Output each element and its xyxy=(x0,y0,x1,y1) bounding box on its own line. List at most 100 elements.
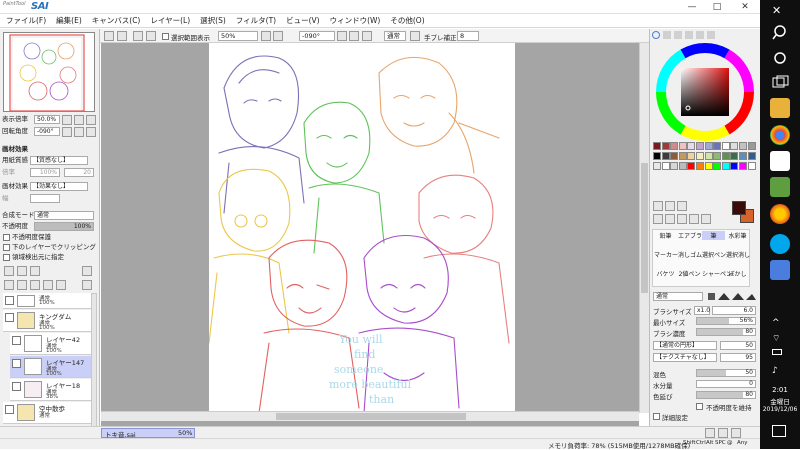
palette-swatch[interactable] xyxy=(661,162,670,170)
search-icon[interactable] xyxy=(770,22,790,42)
palette-swatch[interactable] xyxy=(739,142,747,150)
deselect-icon[interactable] xyxy=(133,31,143,41)
clock-day[interactable]: 金曜日 xyxy=(760,396,800,406)
blend-slider[interactable]: 50 xyxy=(696,369,756,377)
merge-down-icon[interactable] xyxy=(17,280,27,290)
volume-icon[interactable]: ♪ xyxy=(772,366,778,376)
firefox-icon[interactable] xyxy=(770,204,790,224)
keep-opacity-checkbox[interactable] xyxy=(696,403,703,410)
tool-bucket[interactable]: バケツ xyxy=(654,269,677,278)
battery-icon[interactable] xyxy=(772,349,782,355)
palette-swatch[interactable] xyxy=(704,152,713,160)
menu-file[interactable]: ファイル(F) xyxy=(6,15,46,26)
tool-binary-pen[interactable]: 2値ペン xyxy=(678,269,701,278)
paper-strength[interactable]: 20 xyxy=(64,168,94,177)
layer-row-147[interactable]: レイヤー147 通常 100% xyxy=(10,356,91,378)
tab-next-icon[interactable] xyxy=(718,428,728,438)
tool-airbrush[interactable]: エアブラシ xyxy=(678,231,708,240)
nav-angle-value[interactable]: -090° xyxy=(34,127,60,136)
tab-prev-icon[interactable] xyxy=(705,428,715,438)
wifi-icon[interactable]: ⌔ xyxy=(772,333,780,344)
palette-swatch[interactable] xyxy=(687,162,696,170)
hand-tool-icon[interactable] xyxy=(689,214,699,224)
water-slider[interactable]: 0 xyxy=(696,380,756,388)
nav-zoom-out-icon[interactable] xyxy=(62,115,72,125)
palette-swatch[interactable] xyxy=(653,152,661,160)
select-rect-icon[interactable] xyxy=(653,201,663,211)
eyedropper-icon[interactable] xyxy=(701,214,711,224)
horizontal-scrollbar[interactable] xyxy=(101,411,639,421)
palette-swatch[interactable] xyxy=(713,152,722,160)
effect-scale[interactable] xyxy=(30,194,60,203)
palette-swatch[interactable] xyxy=(747,152,756,160)
rotate-left-icon[interactable] xyxy=(337,31,347,41)
palette-swatch[interactable] xyxy=(747,162,756,170)
paper-select[interactable]: 【質感なし】 xyxy=(30,156,88,165)
sai-icon[interactable] xyxy=(770,151,790,171)
zoom-in-icon[interactable] xyxy=(273,31,283,41)
close-icon[interactable]: ✕ xyxy=(772,4,781,17)
palette-swatch[interactable] xyxy=(670,152,679,160)
paint-icon[interactable] xyxy=(770,177,790,197)
tool-eraser[interactable]: 消しゴム xyxy=(678,250,702,259)
invert-selection-icon[interactable] xyxy=(146,31,156,41)
zoom-tool-icon[interactable] xyxy=(665,214,675,224)
palette-swatch[interactable] xyxy=(678,142,687,150)
nav-rotate-left-icon[interactable] xyxy=(62,127,72,137)
palette-swatch[interactable] xyxy=(739,152,747,160)
vertical-scrollbar[interactable] xyxy=(639,43,649,413)
palette-swatch[interactable] xyxy=(670,162,679,170)
tool-pencil[interactable]: 鉛筆 xyxy=(654,231,677,240)
tool-select-eraser[interactable]: 選択消し xyxy=(726,250,750,259)
merge-layer-icon[interactable] xyxy=(30,280,40,290)
opacity-slider[interactable]: 100% xyxy=(34,222,94,231)
stabilizer-select[interactable]: 8 xyxy=(457,31,479,41)
palette-swatch[interactable] xyxy=(661,152,670,160)
brush-texture-select[interactable]: 【テクスチャなし】 xyxy=(653,353,717,362)
layer-scrollbar[interactable] xyxy=(91,293,97,428)
visibility-toggle[interactable] xyxy=(5,313,14,322)
skype-icon[interactable] xyxy=(770,234,790,254)
palette-swatch[interactable] xyxy=(713,162,722,170)
opacity-protect-checkbox[interactable] xyxy=(3,234,10,241)
lasso-icon[interactable] xyxy=(665,201,675,211)
clipping-checkbox[interactable] xyxy=(3,244,10,251)
undo-icon[interactable] xyxy=(104,31,114,41)
clock-time[interactable]: 2:01 xyxy=(760,386,800,394)
clock-date[interactable]: 2019/12/06 xyxy=(760,406,800,413)
palette-swatch[interactable] xyxy=(678,162,687,170)
palette-swatch[interactable] xyxy=(713,142,722,150)
zoom-select[interactable]: 50% xyxy=(218,31,258,41)
taskview-icon[interactable] xyxy=(770,73,790,93)
selection-display-checkbox[interactable] xyxy=(162,33,169,40)
min-size-slider[interactable]: 56% xyxy=(696,317,756,325)
minimize-button[interactable]: — xyxy=(685,1,699,13)
tool-mechanical-pencil[interactable]: シャーペン xyxy=(702,269,732,278)
palette-swatch[interactable] xyxy=(653,162,661,170)
menu-layer[interactable]: レイヤー(L) xyxy=(150,15,190,26)
cortana-icon[interactable] xyxy=(770,48,790,68)
rotation-select[interactable]: -090° xyxy=(299,31,335,41)
paper-scale[interactable]: 100% xyxy=(30,168,60,177)
menu-window[interactable]: ウィンドウ(W) xyxy=(330,15,381,26)
scratchpad-tab-icon[interactable] xyxy=(707,31,715,39)
palette-swatch[interactable] xyxy=(670,142,679,150)
notification-icon[interactable] xyxy=(772,425,786,437)
foreground-color[interactable] xyxy=(732,201,746,215)
nav-fit-icon[interactable] xyxy=(86,115,96,125)
blend-mode-select[interactable]: 通常 xyxy=(34,211,94,220)
nav-rotate-right-icon[interactable] xyxy=(74,127,84,137)
layer-row-top[interactable]: 通常 100% xyxy=(3,293,91,309)
menu-canvas[interactable]: キャンバス(C) xyxy=(92,15,141,26)
palette-swatch[interactable] xyxy=(730,152,739,160)
gradation-tab-icon[interactable] xyxy=(685,31,693,39)
flip-icon[interactable] xyxy=(362,31,372,41)
brush-shape-select[interactable]: 【通常の円形】 xyxy=(653,341,717,350)
effect-select[interactable]: 【効果なし】 xyxy=(30,182,88,191)
visibility-toggle[interactable] xyxy=(12,382,21,391)
menu-view[interactable]: ビュー(V) xyxy=(286,15,319,26)
palette-swatch[interactable] xyxy=(721,162,730,170)
visibility-toggle[interactable] xyxy=(5,296,14,305)
rgb-slider-tab-icon[interactable] xyxy=(663,31,671,39)
menu-edit[interactable]: 編集(E) xyxy=(56,15,82,26)
